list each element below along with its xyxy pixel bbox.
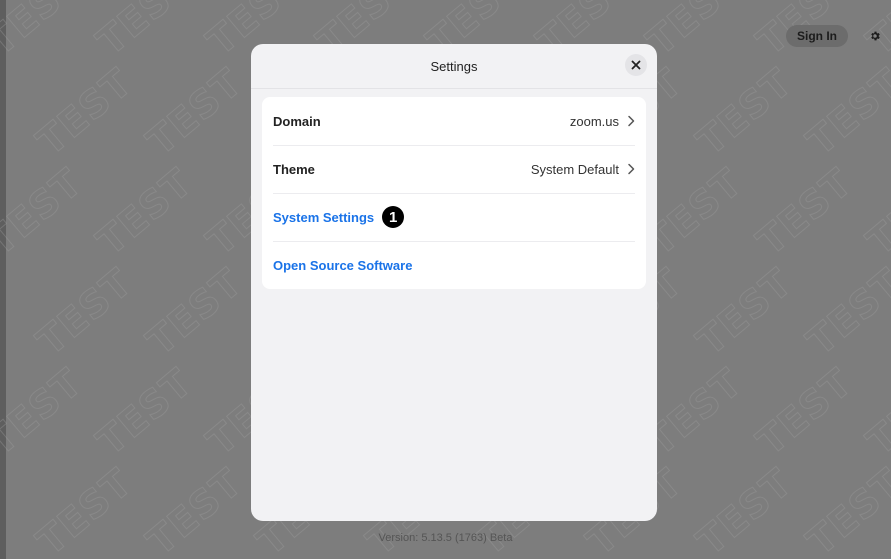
watermark-text: TEST: [798, 460, 891, 559]
watermark-text: TEST: [138, 260, 251, 365]
system-settings-link[interactable]: System Settings: [273, 210, 374, 225]
watermark-text: TEST: [138, 460, 251, 559]
watermark-text: TEST: [88, 160, 201, 265]
system-settings-row[interactable]: System Settings 1: [262, 193, 646, 241]
modal-header: Settings: [251, 44, 657, 89]
app-window: TEST TEST TEST TEST TEST TEST TEST TEST TEST TEST…: [0, 0, 891, 559]
watermark-text: TEST: [88, 360, 201, 465]
watermark-text: TEST: [28, 60, 141, 165]
watermark-text: TEST: [688, 460, 801, 559]
version-label: Version: 5.13.5 (1763) Beta: [378, 532, 513, 544]
close-icon: [631, 60, 641, 70]
theme-label: Theme: [273, 161, 315, 177]
step-number-badge: 1: [382, 206, 405, 228]
watermark-text: TEST: [858, 160, 891, 265]
watermark-text: TEST: [748, 160, 861, 265]
modal-title: Settings: [430, 58, 478, 74]
gear-icon: [871, 31, 880, 41]
domain-label: Domain: [273, 113, 321, 129]
watermark-text: TEST: [798, 60, 891, 165]
theme-row[interactable]: Theme System Default: [262, 145, 646, 193]
domain-value: zoom.us: [569, 113, 619, 129]
watermark-text: TEST: [688, 260, 801, 365]
chevron-right-icon: [627, 115, 635, 127]
watermark-text: TEST: [858, 360, 891, 465]
watermark-text: TEST: [0, 360, 91, 465]
close-button[interactable]: [625, 54, 647, 76]
watermark-text: TEST: [138, 60, 251, 165]
watermark-text: TEST: [0, 160, 91, 265]
settings-button[interactable]: [864, 25, 886, 47]
watermark-text: TEST: [748, 360, 861, 465]
settings-list: Domain zoom.us Theme System Default Syst…: [262, 97, 646, 289]
theme-value: System Default: [530, 161, 619, 177]
watermark-text: TEST: [688, 60, 801, 165]
chevron-right-icon: [627, 163, 635, 175]
watermark-text: TEST: [88, 0, 201, 64]
settings-modal: Settings Domain zoom.us Theme System Def…: [251, 44, 657, 521]
domain-row[interactable]: Domain zoom.us: [262, 97, 646, 145]
watermark-text: TEST: [28, 260, 141, 365]
watermark-text: TEST: [0, 0, 91, 64]
open-source-row[interactable]: Open Source Software: [262, 241, 646, 289]
watermark-text: TEST: [28, 460, 141, 559]
left-edge: [0, 0, 6, 559]
open-source-link[interactable]: Open Source Software: [273, 258, 412, 273]
watermark-text: TEST: [798, 260, 891, 365]
sign-in-button[interactable]: Sign In: [786, 25, 848, 47]
